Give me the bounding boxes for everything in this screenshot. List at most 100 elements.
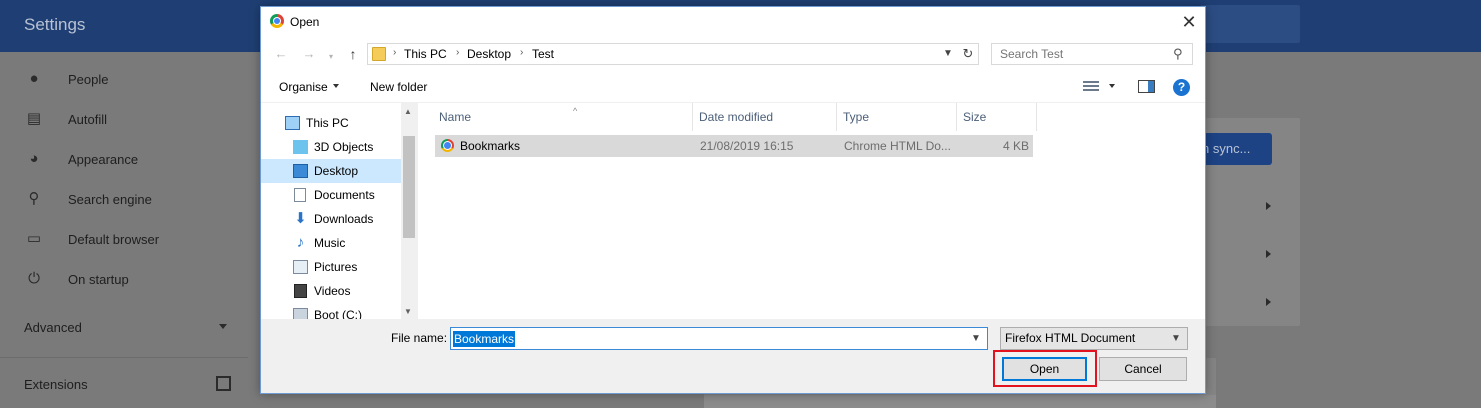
tree-item-music[interactable]: ♪ Music <box>261 231 401 255</box>
view-options-icon[interactable] <box>1083 81 1099 93</box>
sidebar-item-appearance[interactable]: ◕ Appearance <box>0 139 248 179</box>
chevron-down-icon <box>333 84 339 88</box>
sidebar-item-search-engine[interactable]: ⚲ Search engine <box>0 179 248 219</box>
refresh-icon[interactable]: ↻ <box>959 45 977 63</box>
organise-button[interactable]: Organise <box>279 80 328 94</box>
column-header-name[interactable]: Name ^ <box>433 103 693 131</box>
column-header-label: Size <box>963 110 987 124</box>
table-row[interactable]: Bookmarks 21/08/2019 16:15 Chrome HTML D… <box>435 135 1033 157</box>
chevron-down-icon[interactable]: ▼ <box>971 333 981 344</box>
scrollbar-thumb[interactable] <box>403 136 415 238</box>
search-box[interactable]: ⚲ <box>991 43 1193 65</box>
chevron-down-icon <box>219 324 227 329</box>
dialog-title: Open <box>290 15 320 29</box>
drive-icon <box>293 308 308 319</box>
breadcrumb-test[interactable]: Test <box>532 47 554 61</box>
sidebar-item-label: Appearance <box>68 151 139 167</box>
help-icon[interactable]: ? <box>1173 79 1190 96</box>
tree-item-pictures[interactable]: Pictures <box>261 255 401 279</box>
sidebar-item-on-startup[interactable]: ⏻ On startup <box>0 259 248 299</box>
settings-title: Settings <box>24 15 86 34</box>
breadcrumb-this-pc[interactable]: This PC <box>404 47 447 61</box>
open-file-dialog: Open ✕ ← → ▾ ↑ › This PC › Desktop › Tes… <box>260 6 1206 394</box>
preview-pane-icon[interactable] <box>1138 80 1155 93</box>
chrome-icon <box>441 139 454 152</box>
column-header-type[interactable]: Type <box>837 103 957 131</box>
sidebar-item-label: Search engine <box>68 191 152 207</box>
file-name-label: File name: <box>391 331 448 345</box>
search-icon: ⚲ <box>1173 46 1183 61</box>
file-size: 4 KB <box>1002 139 1029 153</box>
column-header-date-modified[interactable]: Date modified <box>693 103 837 131</box>
browser-window-icon: ▭ <box>26 230 42 247</box>
chrome-icon <box>270 14 284 28</box>
3d-objects-icon <box>293 140 308 154</box>
chevron-down-icon: ▼ <box>1171 333 1181 344</box>
recent-locations-icon[interactable]: ▾ <box>323 49 339 65</box>
breadcrumb-separator-icon: › <box>393 47 397 58</box>
music-icon: ♪ <box>296 234 305 251</box>
search-icon: ⚲ <box>28 190 40 207</box>
file-name: Bookmarks <box>460 139 521 153</box>
cancel-button[interactable]: Cancel <box>1099 357 1187 381</box>
tree-item-downloads[interactable]: ⬇ Downloads <box>261 207 401 231</box>
tree-item-videos[interactable]: Videos <box>261 279 401 303</box>
sidebar-item-default-browser[interactable]: ▭ Default browser <box>0 219 248 259</box>
desktop-icon <box>293 164 308 178</box>
tree-item-label: Videos <box>314 284 351 298</box>
search-input[interactable] <box>992 44 1162 64</box>
folder-icon <box>372 47 386 61</box>
file-name-value: Bookmarks <box>453 331 516 347</box>
power-icon: ⏻ <box>28 270 40 287</box>
tree-item-desktop[interactable]: Desktop <box>261 159 401 183</box>
tree-item-label: Pictures <box>314 260 358 274</box>
tree-item-documents[interactable]: Documents <box>261 183 401 207</box>
breadcrumb-separator-icon: › <box>456 47 460 58</box>
sidebar-item-label: Default browser <box>68 231 160 247</box>
tree-item-label: 3D Objects <box>314 140 374 154</box>
tree-item-boot-drive[interactable]: Boot (C:) <box>261 303 401 319</box>
sidebar-advanced[interactable]: Advanced <box>24 320 82 335</box>
settings-search-box[interactable] <box>1200 5 1300 43</box>
navigation-scrollbar[interactable]: ▲ ▼ <box>401 103 417 319</box>
column-header-label: Name <box>439 110 472 124</box>
close-icon[interactable]: ✕ <box>1177 11 1201 33</box>
file-name-field[interactable]: Bookmarks ▼ <box>450 327 988 350</box>
breadcrumb-desktop[interactable]: Desktop <box>467 47 511 61</box>
up-arrow-icon[interactable]: ↑ <box>345 46 361 62</box>
sidebar-item-people[interactable]: ● People <box>0 59 248 99</box>
tree-item-label: Music <box>314 236 346 250</box>
chevron-down-icon[interactable] <box>1109 84 1115 88</box>
column-header-size[interactable]: Size <box>957 103 1037 131</box>
scroll-down-icon[interactable]: ▼ <box>404 307 412 316</box>
dialog-navbar: ← → ▾ ↑ › This PC › Desktop › Test ▼ ↻ ⚲ <box>261 37 1205 71</box>
file-type-select[interactable]: Firefox HTML Document ▼ <box>1000 327 1188 350</box>
tree-item-label: This PC <box>306 116 349 130</box>
new-folder-button[interactable]: New folder <box>370 80 427 94</box>
downloads-icon: ⬇ <box>294 210 307 227</box>
address-bar[interactable]: › This PC › Desktop › Test ▼ <box>367 43 979 65</box>
file-type: Chrome HTML Do... <box>844 139 951 153</box>
file-date-modified: 21/08/2019 16:15 <box>700 139 794 153</box>
tree-item-3d-objects[interactable]: 3D Objects <box>261 135 401 159</box>
person-icon: ● <box>29 70 39 87</box>
scroll-up-icon[interactable]: ▲ <box>404 107 412 116</box>
file-list-pane: Name ^ Date modified Type Size Bookmarks… <box>418 103 1205 319</box>
chevron-right-icon[interactable] <box>1266 298 1271 306</box>
chevron-right-icon[interactable] <box>1266 250 1271 258</box>
sidebar-item-autofill[interactable]: ▤ Autofill <box>0 99 248 139</box>
tree-item-label: Downloads <box>314 212 374 226</box>
back-arrow-icon[interactable]: ← <box>273 46 289 62</box>
forward-arrow-icon[interactable]: → <box>301 46 317 62</box>
sidebar-divider <box>0 357 248 358</box>
sort-ascending-icon: ^ <box>573 106 578 116</box>
open-button[interactable]: Open <box>1002 357 1087 381</box>
sidebar-extensions[interactable]: Extensions <box>24 377 88 392</box>
dialog-titlebar: Open ✕ <box>261 7 1205 37</box>
chevron-down-icon[interactable]: ▼ <box>943 48 953 59</box>
documents-icon <box>294 188 306 202</box>
tree-item-this-pc[interactable]: This PC <box>261 111 401 135</box>
turn-on-sync-button[interactable]: n sync... <box>1196 133 1272 165</box>
file-type-value: Firefox HTML Document <box>1005 331 1136 345</box>
chevron-right-icon[interactable] <box>1266 202 1271 210</box>
